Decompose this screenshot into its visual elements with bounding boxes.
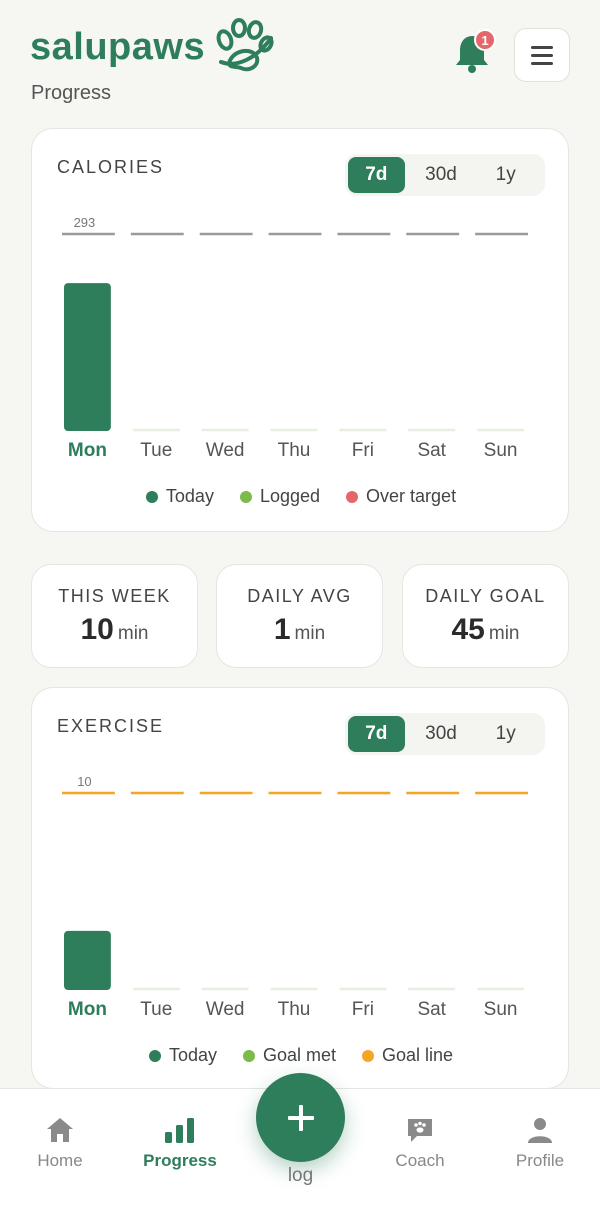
calories-range-selector: 7d 30d 1y [345,154,545,196]
exercise-range-selector: 7d 30d 1y [345,713,545,755]
legend-item-goal-line: Goal line [362,1045,453,1066]
legend-item-logged: Logged [239,486,321,507]
calories-range-7d[interactable]: 7d [348,157,405,193]
exercise-range-30d[interactable]: 30d [413,716,470,752]
stat-label: THIS WEEK [58,586,171,606]
stat-value: 1 min [217,613,382,647]
nav-item-home[interactable]: Home [0,1115,120,1171]
nav-label: Profile [515,1151,565,1170]
legend-dot [145,490,158,503]
legend-item-goal-met: Goal met [242,1045,337,1066]
tick-label-thu: Thu [278,999,311,1020]
calories-card: Mon Tue Wed Thu Fri Sat Sun 293 CALORIES 7d 30d… [31,128,569,532]
notification-badge: 1 [474,29,496,51]
legend-item-today: Today [145,486,214,507]
bar-mon [64,930,111,990]
legend-label: Goal met [262,1045,337,1065]
legend-label: Goal line [382,1045,454,1065]
nav-item-coach[interactable]: Coach [360,1115,480,1171]
calories-range-1y[interactable]: 1y [477,157,534,193]
chat-paw-icon [408,1119,432,1142]
nav-item-progress[interactable]: Progress [120,1115,240,1171]
legend-dot [239,490,252,503]
stat-value: 45 min [403,613,568,647]
page-title: Progress [31,82,112,104]
app-header: salupaws Progress 1 [0,0,600,120]
exercise-range-1y[interactable]: 1y [477,716,534,752]
stat-number: 1 [273,613,291,646]
stat-daily-avg: DAILY AVG 1 min [216,564,383,668]
target-value-label: 10 [77,774,91,789]
nav-label: Home [37,1151,83,1170]
bar-mon [64,283,111,431]
tick-label-sat: Sat [417,440,446,461]
exercise-legend: Today Goal met Goal line [32,1045,570,1066]
tick-label-fri: Fri [352,440,374,461]
hamburger-icon-line [531,61,553,65]
stat-unit: min [117,623,149,644]
menu-button[interactable] [514,28,570,82]
tick-label-fri: Fri [352,999,374,1020]
stat-this-week: THIS WEEK 10 min [31,564,198,668]
tick-label-thu: Thu [278,440,311,461]
calories-title: CALORIES [57,157,165,177]
legend-label: Today [165,486,214,506]
stat-label: DAILY GOAL [425,586,546,606]
nav-item-profile[interactable]: Profile [480,1115,600,1171]
stat-label: DAILY AVG [247,586,352,606]
bar-chart-icon [165,1118,194,1143]
plus-icon [287,1104,314,1131]
tick-label-wed: Wed [206,999,245,1020]
tick-label-tue: Tue [140,440,172,461]
tick-label-sat: Sat [417,999,446,1020]
stat-unit: min [488,623,520,644]
legend-label: Logged [259,486,321,506]
stat-daily-goal: DAILY GOAL 45 min [402,564,569,668]
hamburger-icon-line [531,53,553,57]
tick-label-tue: Tue [140,999,172,1020]
app-name: salupaws [30,25,206,68]
calories-legend: Today Logged Over target [32,486,570,507]
legend-label: Over target [366,486,457,506]
tick-label-sun: Sun [484,999,518,1020]
legend-item-today: Today [148,1045,217,1066]
stat-number: 10 [80,613,114,646]
stat-value: 10 min [32,613,197,647]
legend-dot [242,1049,255,1062]
exercise-card: Mon Tue Wed Thu Fri Sat Sun 10 EXERCISE 7d 30d … [31,687,569,1089]
hamburger-icon-line [531,45,553,49]
tick-label-mon: Mon [68,440,107,461]
stat-unit: min [294,623,326,644]
tick-label-wed: Wed [206,440,245,461]
legend-item-over-target: Over target [346,486,456,507]
legend-dot [148,1049,161,1062]
log-fab-button[interactable] [256,1073,345,1162]
legend-dot [346,490,359,503]
tick-label-sun: Sun [484,440,518,461]
paw-logo-icon [216,18,274,72]
legend-dot [362,1049,375,1062]
app-logo: salupaws [30,18,275,76]
nav-label: Coach [395,1151,445,1170]
target-value-label: 293 [74,215,96,230]
legend-label: Today [168,1045,217,1065]
nav-label: Progress [143,1151,217,1170]
exercise-title: EXERCISE [57,716,165,736]
log-fab-label: log [287,1165,314,1186]
exercise-range-7d[interactable]: 7d [348,716,405,752]
calories-range-30d[interactable]: 30d [413,157,470,193]
stat-number: 45 [451,613,485,646]
tick-label-mon: Mon [68,999,107,1020]
person-icon [528,1118,552,1143]
home-icon [47,1118,73,1142]
